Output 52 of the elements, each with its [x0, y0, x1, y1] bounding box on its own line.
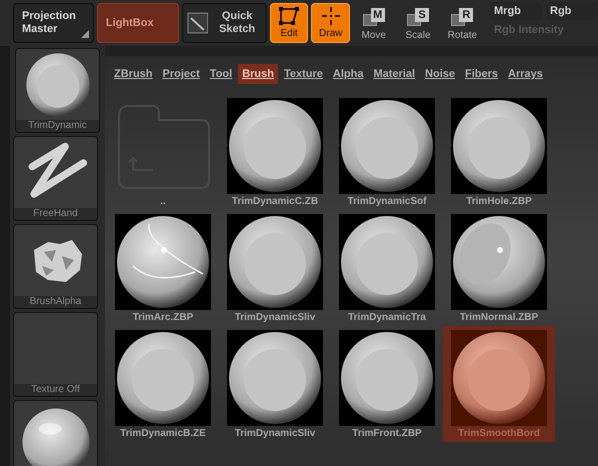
category-tab[interactable]: Brush — [238, 64, 278, 84]
sphere-icon — [115, 214, 211, 310]
category-tab[interactable]: Tool — [206, 64, 236, 84]
brush-item[interactable]: TrimHole.ZBP — [443, 94, 555, 210]
category-tab[interactable]: Noise — [421, 64, 460, 84]
pen-icon — [186, 12, 208, 34]
sphere-icon — [115, 330, 211, 426]
sphere-icon — [227, 330, 323, 426]
brush-item[interactable]: TrimArc.ZBP — [107, 210, 219, 326]
transform-button[interactable]: M Move — [353, 3, 394, 43]
lightbox-button[interactable]: LightBox — [96, 3, 179, 43]
transform-button[interactable]: R Rotate — [442, 3, 484, 43]
edit-frame-icon — [278, 6, 300, 26]
corner-triangle-icon — [80, 30, 89, 38]
sphere-icon — [451, 98, 547, 194]
brush-item[interactable]: TrimDynamicSliv — [219, 326, 331, 442]
sphere-icon — [339, 330, 435, 426]
category-tab[interactable]: Alpha — [328, 64, 368, 84]
sphere-icon — [339, 98, 435, 194]
edit-button[interactable]: Edit — [270, 3, 308, 43]
brush-item[interactable]: .. — [107, 94, 219, 210]
brush-item[interactable]: TrimDynamicSof — [331, 94, 443, 210]
crosshair-icon — [320, 6, 341, 26]
brush-item[interactable]: TrimDynamicC.ZB — [219, 94, 331, 210]
quick-sketch-button[interactable]: Quick Sketch — [182, 3, 267, 43]
category-tab[interactable]: Project — [158, 64, 204, 84]
brush-item[interactable]: TrimDynamicTra — [331, 210, 443, 326]
brush-item[interactable]: TrimFront.ZBP — [331, 326, 443, 442]
sphere-icon — [339, 214, 435, 310]
brush-item[interactable]: TrimDynamicB.ZE — [107, 326, 219, 442]
transform-button[interactable]: S Scale — [397, 3, 439, 43]
sidebar-slot[interactable]: BrushAlpha — [13, 224, 98, 309]
category-tab[interactable]: Arrays — [504, 64, 547, 84]
brush-item[interactable]: TrimDynamicSliv — [219, 210, 331, 326]
draw-button[interactable]: Draw — [311, 3, 350, 43]
color-mode-button[interactable]: Rgb — [546, 2, 598, 20]
category-tab[interactable]: Texture — [280, 64, 327, 84]
category-tab[interactable]: Fibers — [461, 64, 502, 84]
sidebar-slot[interactable]: TrimDynamic — [15, 48, 100, 133]
color-mode-button[interactable]: Mrgb — [490, 2, 542, 20]
sphere-icon — [227, 214, 323, 310]
sphere-icon — [24, 52, 90, 118]
projection-master-button[interactable]: Projection Master — [13, 3, 94, 43]
sphere-icon — [451, 330, 547, 426]
sidebar-slot[interactable] — [13, 400, 98, 466]
sidebar-slot[interactable]: Texture Off — [13, 312, 98, 397]
sphere-icon — [227, 98, 323, 194]
brush-item[interactable]: TrimNormal.ZBP — [443, 210, 555, 326]
sphere-icon — [451, 214, 547, 310]
sidebar-slot[interactable]: FreeHand — [13, 136, 98, 221]
category-tab[interactable]: Material — [369, 64, 420, 84]
category-tab[interactable]: ZBrush — [110, 64, 156, 84]
